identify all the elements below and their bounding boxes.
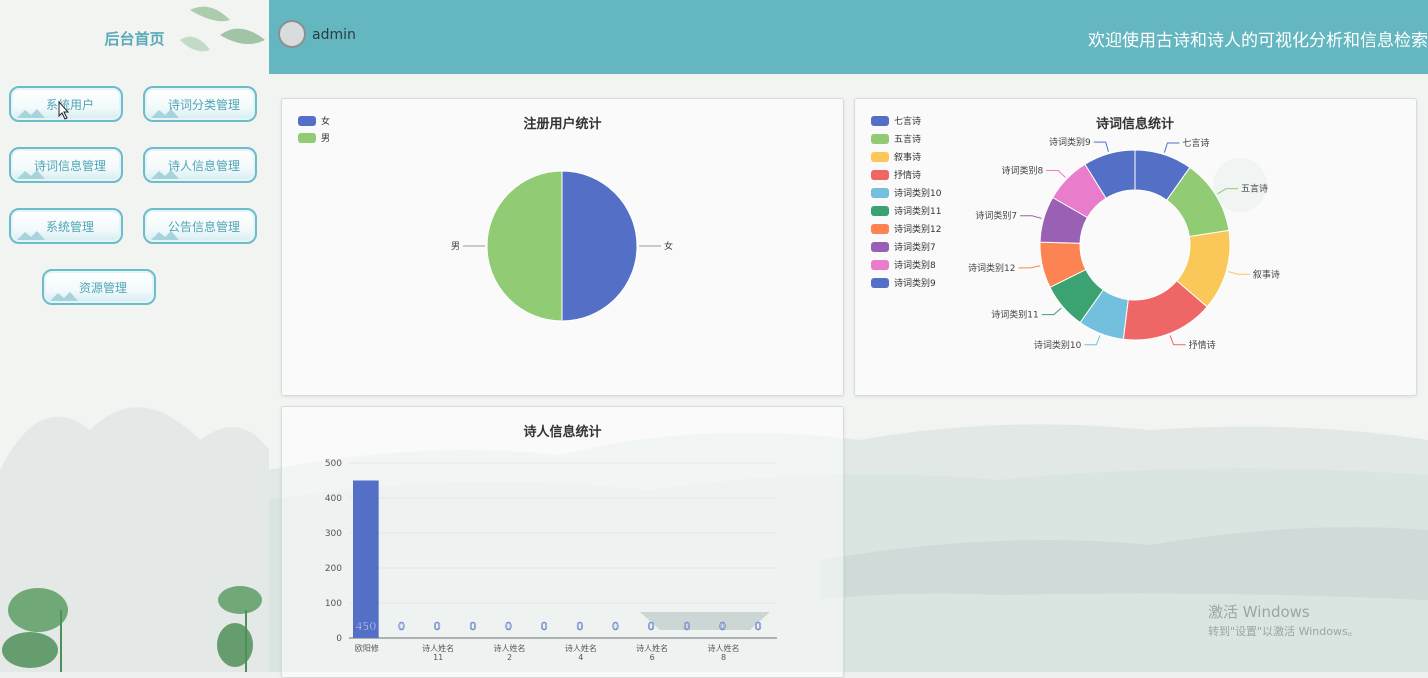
x-tick-label-line2: 6: [650, 653, 655, 662]
nav-poet-info[interactable]: 诗人信息管理: [143, 147, 257, 183]
slice-label: 抒情诗: [1189, 339, 1216, 351]
bar-data-label: 450: [355, 620, 376, 633]
x-tick-label: 欧阳修: [355, 643, 379, 653]
bar-data-label: 0: [505, 620, 512, 633]
mountain-icon: [17, 109, 45, 118]
slice-label: 诗词类别7: [975, 210, 1017, 222]
x-tick-label-line2: 8: [721, 653, 726, 662]
slice-label-line: [1163, 142, 1180, 153]
sidebar-title[interactable]: 后台首页: [0, 28, 269, 49]
bar-data-label: 0: [576, 620, 583, 633]
nav-system-manage[interactable]: 系统管理: [9, 208, 123, 244]
mountain-icon: [151, 231, 179, 240]
x-tick-label-line2: 2: [507, 653, 512, 662]
sidebar: 后台首页 系统用户 诗词分类管理 诗词信息管理 诗人信息管理 系统管理 公告信息…: [0, 0, 269, 672]
y-tick-label: 300: [325, 529, 342, 539]
avatar[interactable]: [278, 20, 306, 48]
poet-bar-chart: 5004003002001000450 0 0 0 0 0 0 0 0 0 0 0欧阳修 诗人姓名11诗…: [325, 459, 777, 662]
poem-donut-chart: 七言诗五言诗叙事诗抒情诗 诗词类别10 诗词类别11 诗词类别12 诗词类别7 诗词类别8…: [968, 136, 1280, 351]
slice-label: 七言诗: [1182, 137, 1209, 149]
mouse-cursor-icon: [58, 100, 70, 120]
slice-label: 男: [451, 241, 460, 252]
bar-data-label: 0: [469, 620, 476, 633]
poet-stats-card: 诗人信息统计 500 400 300 200 100 0 450 0 0 0 0 0 0 0 0 0 0 0 欧阳修…: [281, 406, 844, 678]
bar[interactable]: [353, 480, 379, 639]
slice-label: 诗词类别9: [1049, 136, 1091, 148]
windows-activation-title: 激活 Windows: [1208, 603, 1310, 621]
slice-label: 诗词类别10: [1034, 339, 1082, 351]
slice-label-line: [1020, 215, 1042, 219]
nav-label: 资源管理: [78, 280, 127, 295]
pie-slice[interactable]: [561, 170, 638, 322]
poem-stats-card: 诗词信息统计 七言诗 五言诗 叙事诗 抒情诗 诗词类别10 诗词类别11 诗词类别12 诗词类…: [854, 98, 1417, 396]
slice-label-line: [1093, 141, 1109, 152]
windows-activation-hint: 转到"设置"以激活 Windows。: [1208, 625, 1359, 638]
slice-label-line: [1018, 265, 1041, 269]
top-header: admin 欢迎使用古诗和诗人的可视化分析和信息检索: [269, 0, 1428, 74]
nav-poem-category[interactable]: 诗词分类管理: [143, 86, 257, 122]
x-tick-label-line2: 4: [578, 653, 583, 662]
slice-label-line: [1084, 335, 1101, 346]
pie-slice[interactable]: [486, 170, 563, 322]
nav-label: 系统管理: [45, 219, 94, 234]
slice-label: 诗词类别12: [968, 262, 1015, 274]
slice-label-line: [1217, 188, 1238, 195]
y-tick-label: 400: [325, 494, 342, 504]
y-tick-label: 100: [325, 599, 342, 609]
mountain-icon: [17, 231, 45, 240]
bar-data-label: 0: [719, 620, 726, 633]
x-tick-label: 诗人姓名: [708, 643, 740, 653]
x-tick-label: 诗人姓名: [494, 643, 526, 653]
mountain-icon: [50, 292, 78, 301]
slice-label-line: [1169, 335, 1186, 346]
nav-resource-manage[interactable]: 资源管理: [42, 269, 156, 305]
bar-data-label: 0: [541, 620, 548, 633]
slice-label-line: [1046, 170, 1066, 178]
y-tick-label: 0: [336, 634, 342, 644]
y-tick-label: 200: [325, 564, 342, 574]
username[interactable]: admin: [312, 27, 356, 43]
bar-data-label: 0: [612, 620, 619, 633]
slice-label: 叙事诗: [1253, 268, 1280, 280]
nav-poem-info[interactable]: 诗词信息管理: [9, 147, 123, 183]
x-tick-label: 诗人姓名: [636, 643, 668, 653]
slice-label: 女: [664, 240, 673, 252]
nav-notice-manage[interactable]: 公告信息管理: [143, 208, 257, 244]
slice-label-line: [1228, 271, 1250, 275]
user-pie-chart: 女男: [451, 170, 673, 322]
mountain-icon: [151, 109, 179, 118]
mountain-icon: [17, 170, 45, 179]
user-stats-card: 注册用户统计 女 男 女男: [281, 98, 844, 396]
slice-label-line: [1041, 307, 1062, 316]
bar-data-label: 0: [434, 620, 441, 633]
x-tick-label-line2: 11: [433, 653, 443, 662]
bar-data-label: 0: [648, 620, 655, 633]
mountain-icon: [151, 170, 179, 179]
slice-label: 诗词类别11: [991, 309, 1038, 321]
bar-data-label: 0: [683, 620, 690, 633]
slice-label: 诗词类别8: [1001, 165, 1043, 177]
slice-label: 五言诗: [1241, 183, 1268, 195]
welcome-banner: 欢迎使用古诗和诗人的可视化分析和信息检索: [1088, 31, 1428, 51]
x-tick-label: 诗人姓名: [565, 643, 597, 653]
bar-data-label: 0: [398, 620, 405, 633]
x-tick-label: 诗人姓名: [422, 643, 454, 653]
lotus-decoration: [2, 586, 262, 672]
y-tick-label: 500: [325, 459, 342, 469]
bar-data-label: 0: [755, 620, 762, 633]
